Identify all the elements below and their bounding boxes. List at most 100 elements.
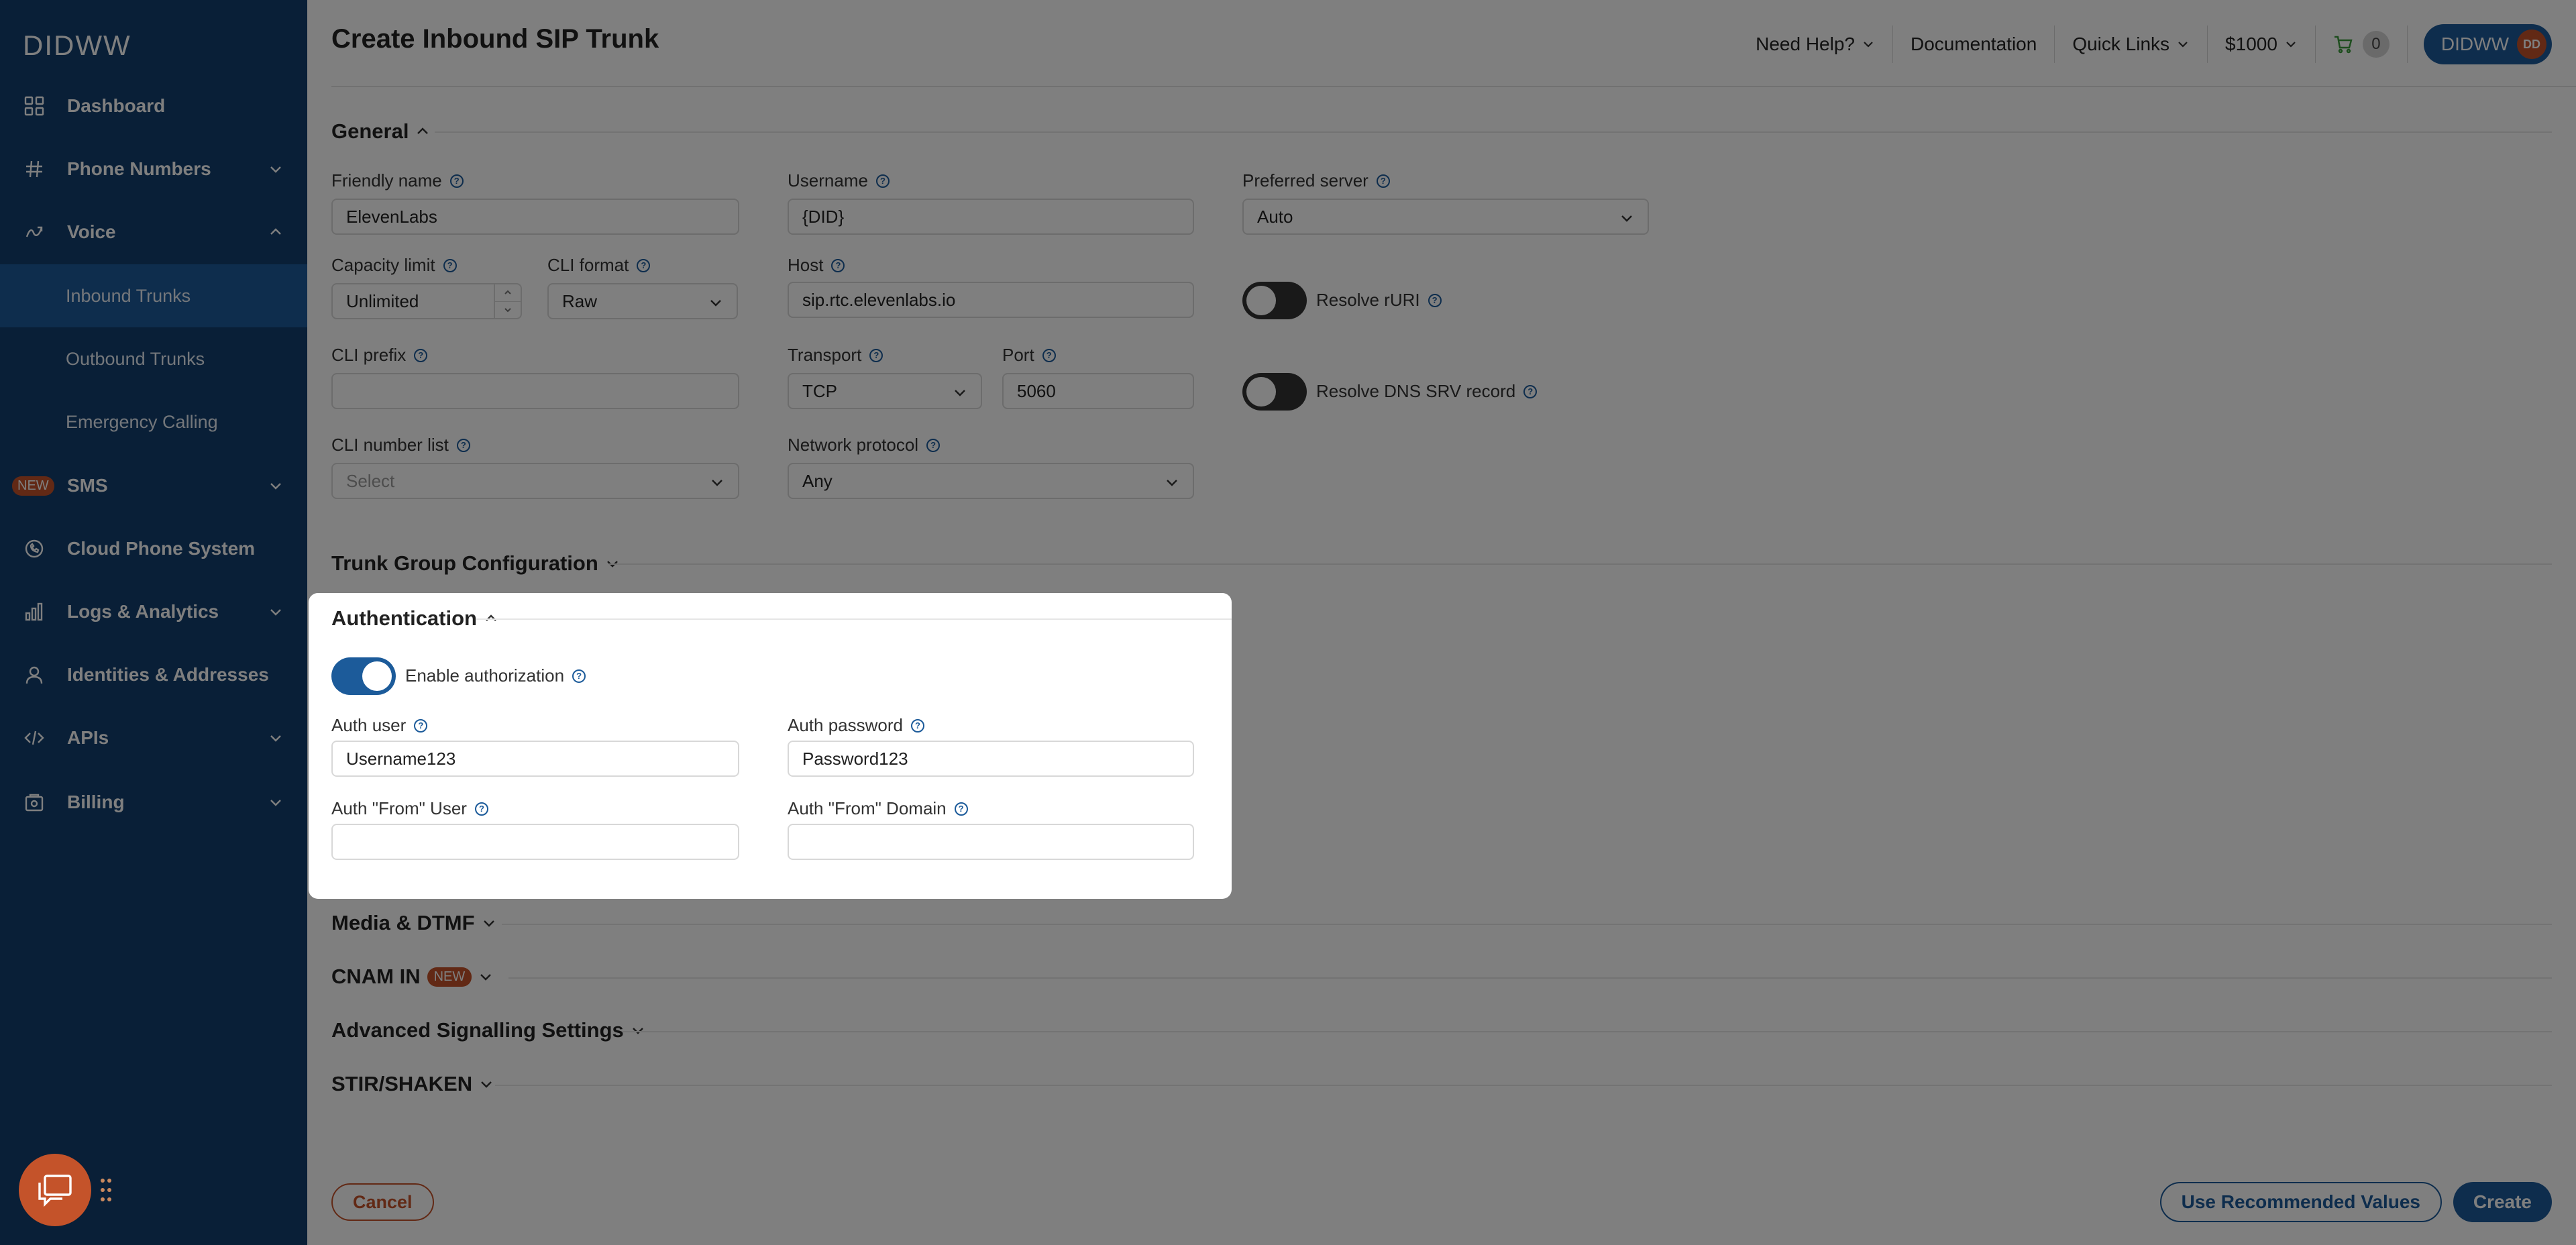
resolve-ruri-toggle[interactable] [1242,282,1307,319]
sidebar-item-label: Inbound Trunks [66,285,191,306]
section-general-toggle[interactable]: General [331,119,430,144]
help-icon[interactable]: ? [637,258,651,272]
help-icon[interactable]: ? [1376,174,1390,188]
username-input[interactable]: {DID} [788,199,1194,235]
help-icon[interactable]: ? [443,258,457,272]
sidebar-item-billing[interactable]: Billing [0,771,307,833]
preferred-server-select[interactable]: Auto [1242,199,1649,235]
sidebar-item-outbound-trunks[interactable]: Outbound Trunks [0,327,307,390]
sidebar-item-voice[interactable]: Voice [0,201,307,263]
help-icon[interactable]: ? [456,438,470,452]
chat-button[interactable] [19,1154,91,1226]
toggle-knob [1246,377,1276,407]
sidebar-item-emergency-calling[interactable]: Emergency Calling [0,390,307,453]
auth-password-input[interactable]: Password123 [788,741,1194,777]
topbar: Need Help? Documentation Quick Links $10… [1738,24,2552,64]
enable-authorization-label: Enable authorization? [405,665,586,686]
network-protocol-label: Network protocol? [788,435,941,455]
sidebar-item-phone-numbers[interactable]: Phone Numbers [0,138,307,200]
help-icon[interactable]: ? [831,258,845,272]
label-text: Preferred server [1242,170,1368,191]
select-value: Auto [1257,206,1293,227]
stepper-down-icon[interactable] [495,302,521,319]
label-text: Auth password [788,715,903,735]
section-title: Authentication [331,606,477,630]
help-icon[interactable]: ? [1523,384,1538,398]
help-icon[interactable]: ? [869,348,883,362]
help-icon[interactable]: ? [449,174,464,188]
stepper-up-icon[interactable] [495,284,521,302]
transport-label: Transport? [788,345,883,366]
sidebar: DIDWW Dashboard Phone Numbers Voice Inbo… [0,0,307,1245]
help-icon[interactable]: ? [954,802,968,816]
cli-format-select[interactable]: Raw [547,283,738,319]
chevron-down-icon [2178,42,2188,48]
transport-select[interactable]: TCP [788,373,982,409]
auth-user-label: Auth user? [331,715,428,736]
sidebar-item-apis[interactable]: APIs [0,707,307,769]
section-cnam-in-toggle[interactable]: CNAM IN NEW [331,965,493,989]
help-icon[interactable]: ? [414,718,428,733]
enable-authorization-toggle[interactable] [331,657,396,695]
grid-icon [23,95,46,117]
account-label: DIDWW [2440,34,2509,54]
auth-from-user-label: Auth "From" User? [331,798,488,819]
cli-prefix-label: CLI prefix? [331,345,428,366]
help-icon[interactable]: ? [910,718,924,733]
resolve-dns-srv-label: Resolve DNS SRV record? [1316,381,1538,402]
capacity-limit-input[interactable]: Unlimited [331,283,522,319]
input-value: Unlimited [346,290,419,311]
use-recommended-values-button[interactable]: Use Recommended Values [2159,1182,2442,1222]
sidebar-item-sms[interactable]: NEW SMS [0,455,307,517]
help-icon[interactable]: ? [875,174,890,188]
quantity-stepper[interactable] [494,284,521,318]
help-icon[interactable]: ? [414,348,428,362]
help-icon[interactable]: ? [1042,348,1056,362]
sidebar-item-label: Emergency Calling [66,411,218,432]
section-advanced-signalling-toggle[interactable]: Advanced Signalling Settings [331,1018,645,1042]
section-title: STIR/SHAKEN [331,1072,473,1095]
label-text: Resolve rURI [1316,290,1420,310]
quick-links-menu[interactable]: Quick Links [2055,25,2208,63]
cancel-button[interactable]: Cancel [331,1183,434,1221]
friendly-name-input[interactable]: ElevenLabs [331,199,739,235]
label-text: Capacity limit [331,255,435,275]
need-help-menu[interactable]: Need Help? [1738,25,1893,63]
sidebar-item-identities-addresses[interactable]: Identities & Addresses [0,644,307,706]
auth-from-domain-input[interactable] [788,824,1194,860]
new-badge: NEW [427,967,472,987]
host-input[interactable]: sip.rtc.elevenlabs.io [788,282,1194,318]
resolve-dns-srv-toggle[interactable] [1242,373,1307,411]
sidebar-item-logs-analytics[interactable]: Logs & Analytics [0,581,307,643]
documentation-link[interactable]: Documentation [1893,25,2055,63]
label-text: Auth user [331,715,407,735]
balance-menu[interactable]: $1000 [2208,25,2316,63]
cli-number-list-select[interactable]: Select [331,463,739,499]
network-protocol-select[interactable]: Any [788,463,1194,499]
account-button[interactable]: DIDWW DD [2423,24,2552,64]
auth-from-domain-label: Auth "From" Domain? [788,798,968,819]
create-button[interactable]: Create [2453,1182,2552,1222]
cart-count: 0 [2362,31,2390,58]
section-trunk-group-toggle[interactable]: Trunk Group Configuration [331,551,620,576]
section-authentication-toggle[interactable]: Authentication [331,606,498,631]
sidebar-item-cloud-phone-system[interactable]: Cloud Phone System [0,518,307,580]
port-input[interactable]: 5060 [1002,373,1194,409]
auth-user-input[interactable]: Username123 [331,741,739,777]
chevron-down-icon [1167,480,1177,486]
auth-from-user-input[interactable] [331,824,739,860]
section-stir-shaken-toggle[interactable]: STIR/SHAKEN [331,1072,494,1096]
section-media-dtmf-toggle[interactable]: Media & DTMF [331,911,496,935]
preferred-server-label: Preferred server? [1242,170,1390,191]
section-divider [476,618,1232,620]
help-icon[interactable]: ? [572,669,586,683]
cart-button[interactable]: 0 [2316,25,2408,63]
toggle-knob [1246,286,1276,315]
sidebar-item-inbound-trunks[interactable]: Inbound Trunks [0,264,307,327]
sidebar-item-dashboard[interactable]: Dashboard [0,75,307,137]
cli-prefix-input[interactable] [331,373,739,409]
drag-handle-icon[interactable] [99,1177,113,1203]
help-icon[interactable]: ? [1428,293,1442,307]
help-icon[interactable]: ? [474,802,488,816]
help-icon[interactable]: ? [926,438,941,452]
